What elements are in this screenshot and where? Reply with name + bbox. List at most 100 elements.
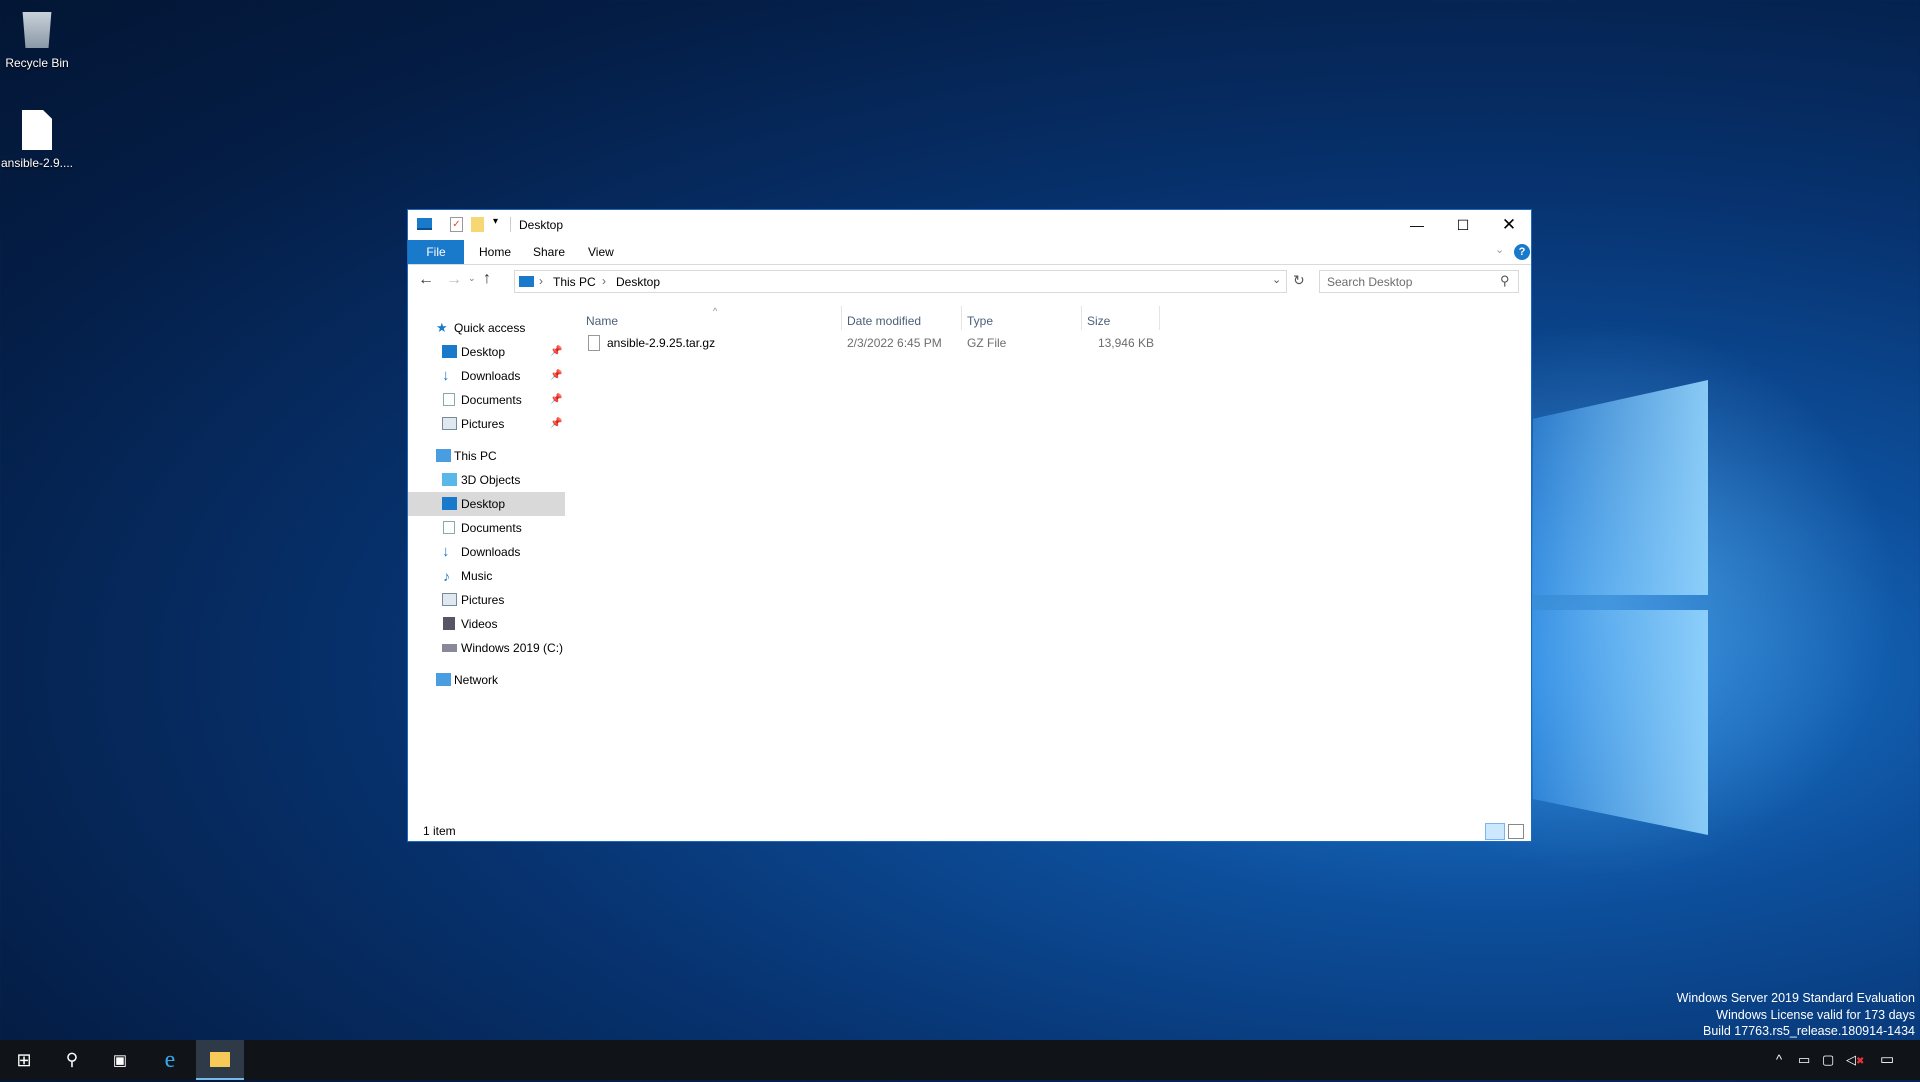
- search-box[interactable]: Search Desktop ⚲: [1319, 270, 1519, 293]
- file-size: 13,946 KB: [1097, 336, 1154, 350]
- maximize-button[interactable]: ☐: [1440, 210, 1486, 240]
- 3d-objects-icon: [442, 473, 457, 486]
- tab-home[interactable]: Home: [467, 240, 523, 264]
- pin-icon: 📌: [550, 418, 563, 429]
- file-explorer-window: ✓ ▾ Desktop — ☐ ✕ File Home Share View ⌄…: [407, 209, 1532, 842]
- up-button[interactable]: ↑: [483, 270, 491, 288]
- nav-qa-downloads[interactable]: ↓ Downloads 📌: [408, 364, 565, 388]
- expand-ribbon-icon[interactable]: ⌄: [1495, 243, 1504, 256]
- file-date-modified: 2/3/2022 6:45 PM: [847, 336, 942, 350]
- nav-label: Documents: [461, 521, 522, 535]
- file-name: ansible-2.9.25.tar.gz: [607, 336, 716, 350]
- nav-network[interactable]: Network: [408, 668, 565, 692]
- nav-downloads[interactable]: ↓ Downloads: [408, 540, 565, 564]
- this-pc-icon: [519, 276, 534, 287]
- nav-music[interactable]: ♪ Music: [408, 564, 565, 588]
- details-view-button[interactable]: [1485, 823, 1505, 840]
- tab-view[interactable]: View: [576, 240, 626, 264]
- window-title: Desktop: [519, 218, 564, 232]
- documents-icon: [443, 393, 455, 406]
- forward-button[interactable]: →: [446, 271, 462, 289]
- windows-watermark: Windows Server 2019 Standard Evaluation …: [1677, 990, 1915, 1040]
- pictures-icon: [442, 593, 457, 606]
- drive-icon: [442, 644, 457, 652]
- properties-icon[interactable]: ✓: [450, 217, 463, 232]
- back-button[interactable]: ←: [418, 271, 434, 289]
- power-icon[interactable]: ▭: [1798, 1040, 1810, 1080]
- videos-icon: [443, 617, 455, 630]
- status-item-count: 1 item: [423, 824, 456, 838]
- nav-drive-c[interactable]: Windows 2019 (C:): [408, 636, 565, 660]
- nav-label: Quick access: [454, 321, 526, 335]
- help-icon[interactable]: ?: [1514, 244, 1530, 260]
- documents-icon: [443, 521, 455, 534]
- nav-label: Desktop: [461, 497, 506, 511]
- nav-pictures[interactable]: Pictures: [408, 588, 565, 612]
- breadcrumb-desktop[interactable]: Desktop: [616, 275, 660, 289]
- sort-ascending-icon: ^: [713, 306, 718, 316]
- network-icon[interactable]: ▢: [1822, 1040, 1834, 1080]
- nav-videos[interactable]: Videos: [408, 612, 565, 636]
- file-explorer-taskbar-button[interactable]: [196, 1040, 244, 1080]
- nav-quick-access[interactable]: ★ Quick access: [408, 316, 565, 340]
- nav-label: Videos: [461, 617, 498, 631]
- breadcrumb-this-pc[interactable]: This PC: [553, 275, 596, 289]
- minimize-button[interactable]: —: [1394, 210, 1440, 240]
- nav-label: Desktop: [461, 345, 506, 359]
- volume-muted-icon[interactable]: ◁✖: [1846, 1040, 1864, 1080]
- nav-3d-objects[interactable]: 3D Objects: [408, 468, 565, 492]
- address-dropdown-icon[interactable]: ⌄: [1272, 273, 1281, 286]
- recent-locations-dropdown[interactable]: ⌄: [468, 273, 476, 284]
- search-button[interactable]: ⚲: [48, 1040, 96, 1080]
- nav-label: Windows 2019 (C:): [461, 641, 564, 655]
- nav-qa-documents[interactable]: Documents 📌: [408, 388, 565, 412]
- file-icon: [22, 110, 52, 150]
- tab-share[interactable]: Share: [521, 240, 577, 264]
- downloads-icon: ↓: [442, 543, 450, 560]
- search-placeholder: Search Desktop: [1327, 275, 1413, 289]
- action-center-icon[interactable]: ▭: [1880, 1040, 1894, 1080]
- nav-label: Downloads: [461, 369, 521, 383]
- recycle-bin-icon: [22, 12, 52, 48]
- tab-file[interactable]: File: [408, 240, 464, 264]
- music-icon: ♪: [443, 568, 450, 584]
- file-type: GZ File: [967, 336, 1007, 350]
- nav-label: Documents: [461, 393, 522, 407]
- quick-access-toolbar-dropdown[interactable]: ▾: [493, 216, 498, 227]
- nav-qa-desktop[interactable]: Desktop 📌: [408, 340, 565, 364]
- nav-label: Downloads: [461, 545, 521, 559]
- desktop-icon-label: Recycle Bin: [5, 56, 69, 70]
- nav-desktop[interactable]: Desktop: [408, 492, 565, 516]
- network-icon: [436, 673, 451, 686]
- refresh-button[interactable]: ↻: [1293, 272, 1305, 289]
- downloads-icon: ↓: [442, 367, 450, 384]
- close-button[interactable]: ✕: [1486, 210, 1532, 240]
- show-hidden-icons-button[interactable]: ^: [1776, 1040, 1782, 1080]
- search-icon: ⚲: [1500, 273, 1510, 288]
- nav-qa-pictures[interactable]: Pictures 📌: [408, 412, 565, 436]
- pin-icon: 📌: [550, 346, 563, 357]
- address-bar[interactable]: › This PC › Desktop ⌄: [514, 270, 1287, 293]
- desktop-icon-label: ansible-2.9....: [0, 156, 74, 170]
- task-view-button[interactable]: ▣: [96, 1040, 144, 1080]
- pin-icon: 📌: [550, 370, 563, 381]
- desktop-icon: [442, 497, 457, 510]
- wallpaper-logo-pane: [1533, 610, 1708, 835]
- nav-label: This PC: [454, 449, 497, 463]
- desktop-icon: [442, 345, 457, 358]
- desktop-icon-ansible[interactable]: ansible-2.9....: [0, 110, 77, 170]
- nav-documents[interactable]: Documents: [408, 516, 565, 540]
- nav-this-pc[interactable]: This PC: [408, 444, 565, 468]
- nav-label: Pictures: [461, 417, 505, 431]
- nav-label: Network: [454, 673, 499, 687]
- large-icons-view-button[interactable]: [1508, 824, 1524, 839]
- nav-label: Pictures: [461, 593, 505, 607]
- watermark-line: Windows License valid for 173 days: [1716, 1007, 1915, 1022]
- desktop-icon-recycle-bin[interactable]: Recycle Bin: [0, 8, 77, 70]
- this-pc-icon: [436, 449, 451, 462]
- pictures-icon: [442, 417, 457, 430]
- star-icon: ★: [436, 320, 448, 335]
- start-button[interactable]: ⊞: [0, 1040, 48, 1080]
- new-folder-icon[interactable]: [471, 217, 484, 232]
- internet-explorer-icon[interactable]: e: [146, 1040, 194, 1080]
